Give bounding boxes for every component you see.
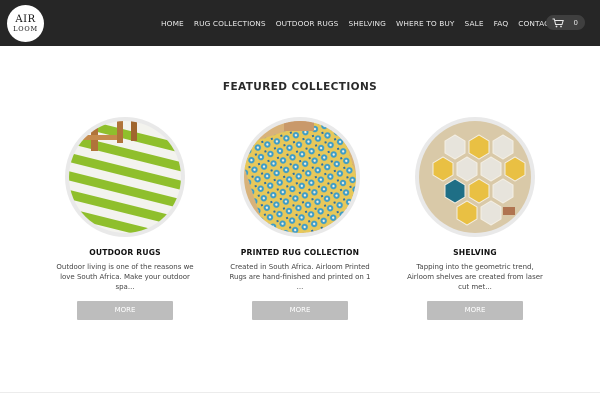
cart-icon [552,13,564,32]
section-title: FEATURED COLLECTIONS [222,81,378,93]
printed-rug-image[interactable] [244,121,356,233]
collection-title[interactable]: OUTDOOR RUGS [50,248,200,257]
shelving-image[interactable] [419,121,531,233]
footer-divider [0,392,600,393]
collection-description: Outdoor living is one of the reasons we … [56,263,194,291]
nav-item-rug-collections[interactable]: RUG COLLECTIONS [194,19,266,28]
nav-item-where-to-buy[interactable]: WHERE TO BUY [396,19,455,28]
collection-image-frame[interactable] [415,117,535,237]
main-nav: HOME RUG COLLECTIONS OUTDOOR RUGS SHELVI… [161,0,577,46]
nav-item-faq[interactable]: FAQ [494,19,509,28]
more-button[interactable]: MORE [427,301,523,320]
collection-card-outdoor-rugs: OUTDOOR RUGS Outdoor living is one of th… [50,117,200,320]
collection-card-shelving: SHELVING Tapping into the geometric tren… [400,117,550,320]
collection-image-frame[interactable] [65,117,185,237]
cart-button[interactable]: 0 [546,15,585,30]
nav-item-outdoor-rugs[interactable]: OUTDOOR RUGS [276,19,339,28]
airloom-logo[interactable]: AIR LOOM [7,5,44,42]
logo-text-top: AIR [15,13,36,25]
nav-item-home[interactable]: HOME [161,19,184,28]
nav-item-sale[interactable]: SALE [465,19,484,28]
more-button[interactable]: MORE [252,301,348,320]
collection-title[interactable]: PRINTED RUG COLLECTION [225,248,375,257]
site-header: AIR LOOM HOME RUG COLLECTIONS OUTDOOR RU… [0,0,600,46]
collection-title[interactable]: SHELVING [400,248,550,257]
logo-text-bottom: LOOM [13,24,38,33]
collection-image-frame[interactable] [240,117,360,237]
collection-description: Created in South Africa. Airloom Printed… [229,263,371,291]
collection-card-printed-rugs: PRINTED RUG COLLECTION Created in South … [225,117,375,320]
nav-item-shelving[interactable]: SHELVING [348,19,386,28]
collection-description: Tapping into the geometric trend, Airloo… [407,263,543,291]
outdoor-rug-image[interactable] [69,121,181,233]
more-button[interactable]: MORE [77,301,173,320]
cart-count: 0 [573,18,578,27]
